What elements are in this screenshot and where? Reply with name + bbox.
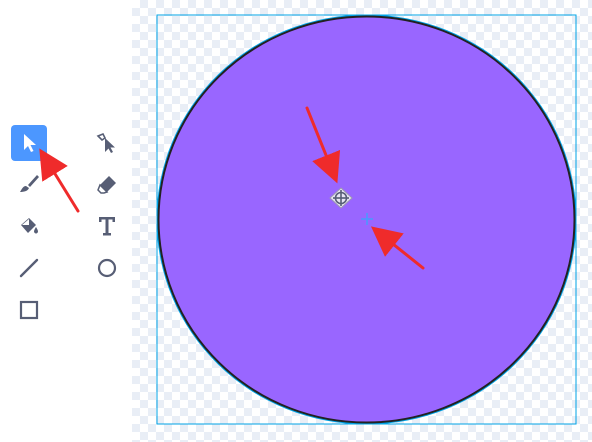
eraser-icon <box>97 176 116 194</box>
reshape-tool[interactable] <box>89 125 125 161</box>
reshape-pointer-icon <box>96 132 115 153</box>
text-tool[interactable] <box>89 208 125 244</box>
rectangle-tool[interactable] <box>11 292 47 328</box>
select-tool[interactable] <box>11 125 47 161</box>
eraser-tool[interactable] <box>89 166 125 202</box>
brush-tool[interactable] <box>11 166 47 202</box>
brush-icon <box>20 175 39 192</box>
circle-tool[interactable] <box>89 250 125 286</box>
circle-icon <box>97 258 117 278</box>
arrow-pointer-icon <box>24 134 36 152</box>
text-t-icon <box>99 217 115 236</box>
fill-tool[interactable] <box>11 208 47 244</box>
purple-circle-shape[interactable] <box>156 14 577 425</box>
line-icon <box>19 258 39 278</box>
paint-bucket-icon <box>21 218 38 234</box>
square-icon <box>19 300 39 320</box>
line-tool[interactable] <box>11 250 47 286</box>
paint-toolbar <box>0 0 132 442</box>
